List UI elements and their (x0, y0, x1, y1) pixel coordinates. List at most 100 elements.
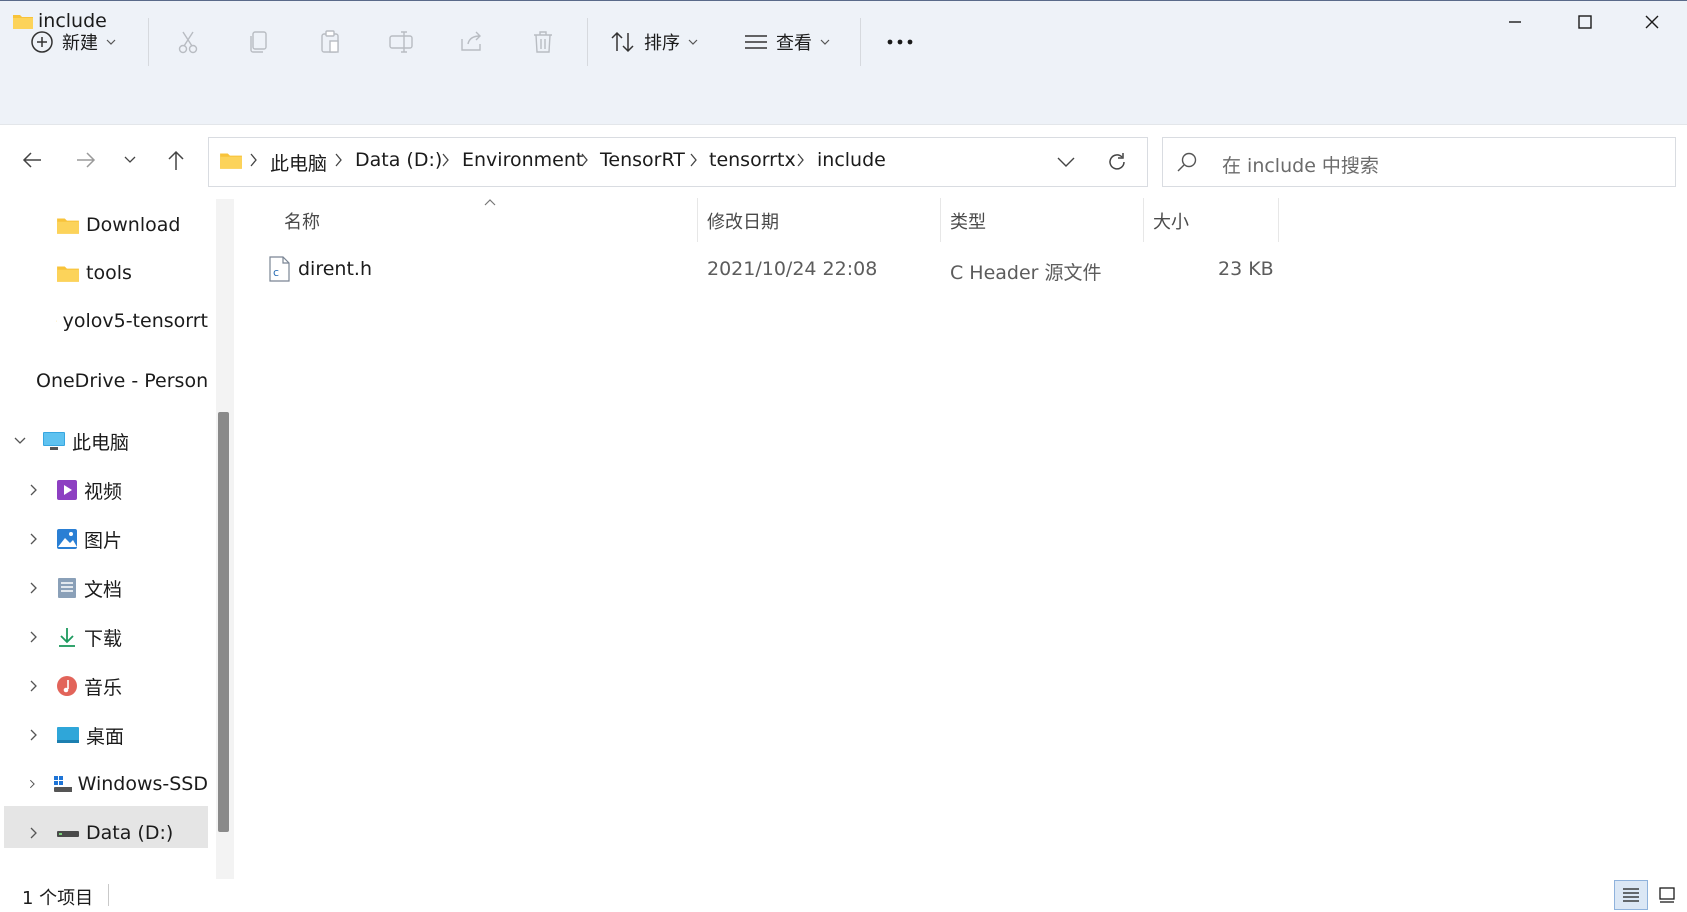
chevron-right-icon (30, 827, 37, 839)
sidebar-item-label: 文档 (84, 578, 123, 601)
cut-button[interactable] (170, 24, 206, 60)
minimize-icon (1509, 21, 1521, 23)
column-divider[interactable] (1278, 198, 1279, 242)
breadcrumb-tensorrt[interactable]: TensorRT (600, 149, 685, 171)
chevron-right-icon (30, 631, 37, 643)
new-button-label: 新建 (62, 33, 98, 54)
desktop-icon (57, 727, 79, 743)
chevron-right-icon (29, 779, 35, 789)
folder-icon (57, 266, 79, 282)
refresh-button[interactable] (1100, 146, 1134, 178)
sidebar-item-label: 此电脑 (72, 431, 130, 454)
breadcrumb-include[interactable]: include (817, 149, 886, 171)
rename-button[interactable] (383, 24, 419, 60)
sidebar-item-tools[interactable]: tools (56, 250, 208, 296)
rename-icon (389, 31, 413, 53)
breadcrumb-data-drive[interactable]: Data (D:) (355, 149, 442, 171)
view-button[interactable]: 查看 (744, 20, 830, 64)
maximize-button[interactable] (1550, 0, 1620, 44)
arrow-left-icon (22, 152, 41, 168)
column-header-modified[interactable]: 修改日期 (707, 208, 779, 234)
toolbar-divider (587, 18, 588, 66)
status-divider (108, 884, 109, 906)
windows-drive-icon (54, 776, 72, 792)
paste-button[interactable] (312, 24, 348, 60)
column-divider[interactable] (1143, 198, 1144, 242)
chevron-down-icon (14, 437, 26, 444)
address-history-button[interactable] (1052, 150, 1080, 174)
music-icon (57, 676, 77, 696)
column-divider[interactable] (940, 198, 941, 242)
sidebar-item-downloads[interactable]: 下载 (28, 614, 208, 660)
drive-icon (57, 831, 79, 837)
sidebar-item-label: tools (86, 262, 132, 284)
share-button[interactable] (454, 24, 490, 60)
download-arrow-icon (59, 628, 75, 647)
sidebar-item-this-pc[interactable]: 此电脑 (14, 418, 208, 464)
tiles-view-button[interactable] (1650, 880, 1684, 910)
details-view-icon (1623, 888, 1639, 902)
sidebar-item-label: 下载 (84, 627, 123, 650)
chevron-right-icon (30, 729, 37, 741)
sidebar-item-videos[interactable]: 视频 (28, 467, 208, 513)
file-modified: 2021/10/24 22:08 (707, 258, 878, 280)
column-divider[interactable] (697, 198, 698, 242)
view-button-label: 查看 (776, 33, 812, 54)
svg-text:c: c (273, 266, 279, 279)
delete-button[interactable] (525, 24, 561, 60)
sort-icon (611, 31, 634, 53)
sidebar-scrollbar-thumb[interactable] (218, 412, 229, 832)
breadcrumb-this-pc[interactable]: 此电脑 (270, 149, 327, 176)
more-options-button[interactable] (882, 20, 918, 64)
chevron-right-icon (30, 484, 37, 496)
search-placeholder: 在 include 中搜索 (1222, 155, 1379, 177)
sidebar-item-desktop[interactable]: 桌面 (28, 712, 208, 758)
details-view-button[interactable] (1614, 880, 1648, 910)
back-button[interactable] (12, 138, 52, 182)
sidebar-item-onedrive[interactable]: OneDrive - Personal (14, 358, 208, 404)
more-options-icon (887, 39, 913, 45)
toolbar-divider (860, 18, 861, 66)
refresh-icon (1109, 153, 1125, 170)
folder-icon (219, 150, 243, 174)
sidebar-item-data-drive[interactable]: Data (D:) (28, 810, 208, 856)
sidebar-item-label: OneDrive - Personal (36, 370, 208, 392)
minimize-button[interactable] (1480, 0, 1550, 44)
breadcrumb-tensorrtx[interactable]: tensorrtx (709, 149, 796, 171)
file-size: 23 KB (1218, 258, 1274, 280)
chevron-right-icon (581, 153, 588, 167)
copy-button[interactable] (241, 24, 277, 60)
sidebar-item-label: Download (86, 214, 181, 236)
breadcrumb-environment[interactable]: Environment (462, 149, 583, 171)
forward-button[interactable] (66, 138, 106, 182)
computer-icon (43, 432, 65, 450)
file-type: C Header 源文件 (950, 262, 1102, 284)
folder-icon (57, 218, 79, 234)
chevron-right-icon (797, 153, 804, 167)
sidebar-item-windows-ssd[interactable]: Windows-SSD (28, 761, 208, 807)
column-header-name[interactable]: 名称 (284, 208, 320, 234)
c-header-file-icon: c (269, 256, 290, 282)
chevron-right-icon (30, 680, 37, 692)
list-view-icon (745, 35, 767, 49)
sort-button[interactable]: 排序 (610, 20, 698, 64)
new-button[interactable]: 新建 (30, 20, 116, 64)
column-header-type[interactable]: 类型 (950, 208, 986, 234)
arrow-up-icon (168, 150, 184, 170)
sidebar-item-documents[interactable]: 文档 (28, 565, 208, 611)
folder-icon (56, 320, 57, 322)
sidebar-item-pictures[interactable]: 图片 (28, 516, 208, 562)
sidebar-item-music[interactable]: 音乐 (28, 663, 208, 709)
file-name: dirent.h (298, 258, 372, 280)
up-button[interactable] (156, 138, 196, 182)
column-header-size[interactable]: 大小 (1153, 208, 1189, 234)
scissors-icon (178, 31, 198, 54)
sidebar-item-yolov5[interactable]: yolov5-tensorrt (56, 298, 208, 344)
arrow-right-icon (77, 152, 96, 168)
recent-locations-button[interactable] (110, 138, 150, 182)
close-button[interactable] (1617, 0, 1687, 44)
sidebar-item-download[interactable]: Download (56, 202, 208, 248)
add-circle-icon (31, 31, 53, 53)
sort-ascending-icon (484, 199, 496, 206)
video-icon (57, 480, 77, 500)
